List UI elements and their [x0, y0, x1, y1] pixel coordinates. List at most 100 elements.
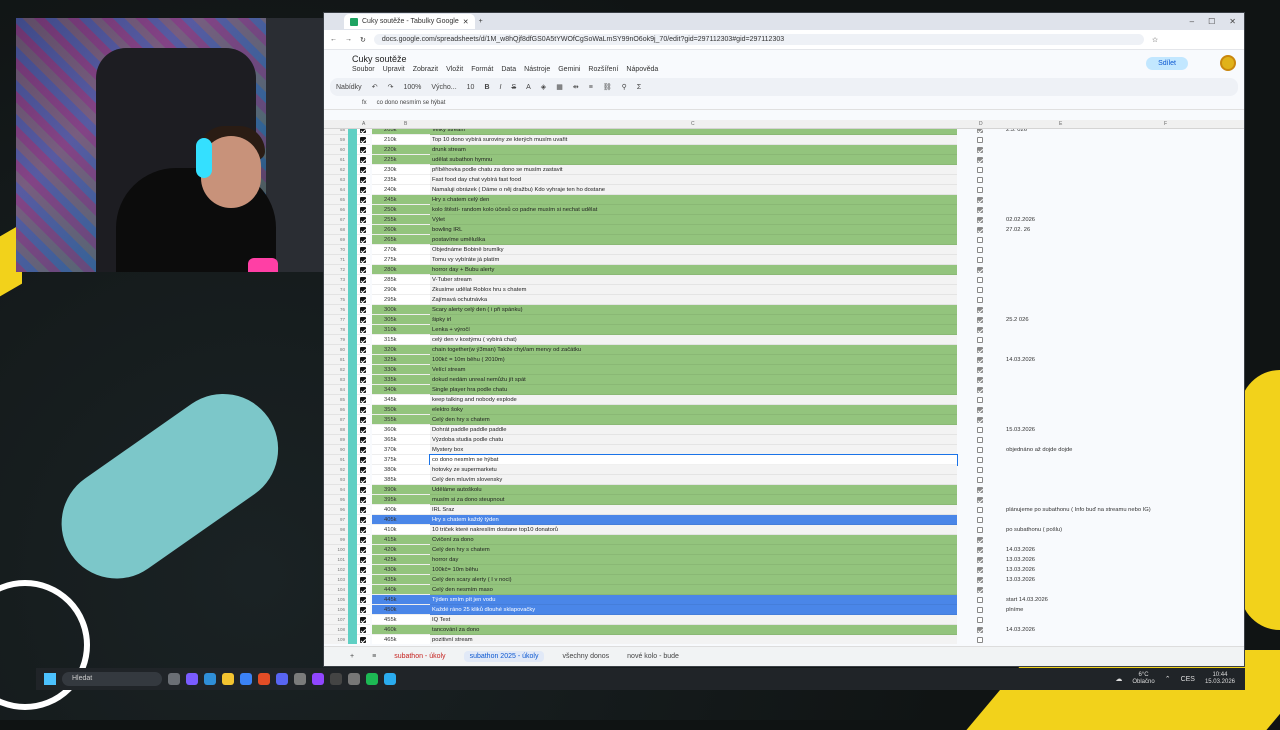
task-cell[interactable]: Celý den scary alerty ( I v noci)	[430, 575, 957, 585]
checkbox-checked-icon[interactable]	[360, 567, 366, 573]
menu-item[interactable]: Formát	[471, 66, 493, 73]
task-cell[interactable]: Tomu vy vybíráte já platím	[430, 255, 957, 265]
checkbox-checked-icon[interactable]	[360, 457, 366, 463]
row-number[interactable]: 85	[324, 395, 348, 405]
amount-cell[interactable]: 220k	[372, 145, 430, 155]
row-number[interactable]: 98	[324, 525, 348, 535]
row-number[interactable]: 105	[324, 595, 348, 605]
done-checkbox[interactable]	[977, 207, 983, 213]
row-number[interactable]: 66	[324, 205, 348, 215]
row-number[interactable]: 70	[324, 245, 348, 255]
note-cell[interactable]: 14.03.2026	[1006, 545, 1206, 555]
checkbox-checked-icon[interactable]	[360, 627, 366, 633]
row-number[interactable]: 93	[324, 475, 348, 485]
amount-cell[interactable]: 395k	[372, 495, 430, 505]
row-number[interactable]: 92	[324, 465, 348, 475]
all-sheets-icon[interactable]: ≡	[372, 653, 376, 660]
row-number[interactable]: 89	[324, 435, 348, 445]
done-checkbox[interactable]	[977, 587, 983, 593]
task-cell[interactable]: 100kč = 10m běhu ( 2010m)	[430, 355, 957, 365]
done-checkbox[interactable]	[977, 557, 983, 563]
row-number[interactable]: 77	[324, 315, 348, 325]
done-checkbox[interactable]	[977, 487, 983, 493]
done-checkbox[interactable]	[977, 327, 983, 333]
column-header-b[interactable]: B	[404, 121, 407, 127]
amount-cell[interactable]: 390k	[372, 485, 430, 495]
amount-cell[interactable]: 365k	[372, 435, 430, 445]
note-cell[interactable]: 25.2 026	[1006, 315, 1206, 325]
done-checkbox[interactable]	[977, 187, 983, 193]
bold-icon[interactable]: B	[484, 84, 489, 91]
amount-cell[interactable]: 420k	[372, 545, 430, 555]
checkbox-checked-icon[interactable]	[360, 407, 366, 413]
checkbox-checked-icon[interactable]	[360, 147, 366, 153]
column-header-f[interactable]: F	[1164, 121, 1167, 127]
done-checkbox[interactable]	[977, 167, 983, 173]
menu-item[interactable]: Nápověda	[626, 66, 658, 73]
task-cell[interactable]: Mystery box	[430, 445, 957, 455]
checkbox-checked-icon[interactable]	[360, 167, 366, 173]
back-icon[interactable]: ←	[330, 36, 337, 43]
column-header-a[interactable]: A	[362, 121, 365, 127]
done-checkbox[interactable]	[977, 267, 983, 273]
row-number[interactable]: 104	[324, 585, 348, 595]
done-checkbox[interactable]	[977, 467, 983, 473]
borders-icon[interactable]: ▦	[556, 83, 563, 91]
task-cell[interactable]: chain together(w ý3man) Takže chyl/am me…	[430, 345, 957, 355]
task-cell[interactable]: bowling IRL	[430, 225, 957, 235]
app-icon[interactable]	[294, 673, 306, 685]
task-cell[interactable]: Celý den hry s chatem	[430, 545, 957, 555]
checkbox-checked-icon[interactable]	[360, 187, 366, 193]
amount-cell[interactable]: 355k	[372, 415, 430, 425]
row-number[interactable]: 88	[324, 425, 348, 435]
checkbox-checked-icon[interactable]	[360, 437, 366, 443]
amount-cell[interactable]: 305k	[372, 315, 430, 325]
done-checkbox[interactable]	[977, 317, 983, 323]
column-header-d[interactable]: D	[979, 121, 983, 127]
checkbox-checked-icon[interactable]	[360, 617, 366, 623]
task-cell[interactable]: hotovky ze supermarketu	[430, 465, 957, 475]
amount-cell[interactable]: 225k	[372, 155, 430, 165]
row-number[interactable]: 69	[324, 235, 348, 245]
amount-cell[interactable]: 440k	[372, 585, 430, 595]
done-checkbox[interactable]	[977, 427, 983, 433]
done-checkbox[interactable]	[977, 307, 983, 313]
row-number[interactable]: 65	[324, 195, 348, 205]
zoom-select[interactable]: 100%	[403, 84, 421, 91]
task-cell[interactable]: pozitivní stream	[430, 635, 957, 644]
row-number[interactable]: 84	[324, 385, 348, 395]
merge-icon[interactable]: ⇹	[573, 83, 579, 91]
amount-cell[interactable]: 335k	[372, 375, 430, 385]
filter-icon[interactable]: ⚲	[622, 83, 627, 91]
amount-cell[interactable]: 445k	[372, 595, 430, 605]
twitch-icon[interactable]	[312, 673, 324, 685]
row-number[interactable]: 81	[324, 355, 348, 365]
task-cell[interactable]: Zajímavá ochutnávka	[430, 295, 957, 305]
done-checkbox[interactable]	[977, 347, 983, 353]
menus-search[interactable]: Nabídky	[336, 84, 362, 91]
done-checkbox[interactable]	[977, 627, 983, 633]
reload-icon[interactable]: ↻	[360, 36, 366, 44]
row-number[interactable]: 74	[324, 285, 348, 295]
checkbox-checked-icon[interactable]	[360, 557, 366, 563]
add-sheet-icon[interactable]: +	[350, 653, 354, 660]
fill-color-icon[interactable]: ◈	[541, 83, 546, 91]
amount-cell[interactable]: 240k	[372, 185, 430, 195]
done-checkbox[interactable]	[977, 137, 983, 143]
checkbox-checked-icon[interactable]	[360, 277, 366, 283]
amount-cell[interactable]: 245k	[372, 195, 430, 205]
checkbox-checked-icon[interactable]	[360, 427, 366, 433]
amount-cell[interactable]: 380k	[372, 465, 430, 475]
task-cell[interactable]: V-Tuber stream	[430, 275, 957, 285]
checkbox-checked-icon[interactable]	[360, 337, 366, 343]
row-number[interactable]: 83	[324, 375, 348, 385]
checkbox-checked-icon[interactable]	[360, 227, 366, 233]
done-checkbox[interactable]	[977, 547, 983, 553]
row-number[interactable]: 68	[324, 225, 348, 235]
menu-item[interactable]: Data	[501, 66, 516, 73]
done-checkbox[interactable]	[977, 157, 983, 163]
checkbox-checked-icon[interactable]	[360, 497, 366, 503]
menu-item[interactable]: Vložit	[446, 66, 463, 73]
font-select[interactable]: Výcho...	[431, 84, 456, 91]
bookmark-star-icon[interactable]: ☆	[1152, 36, 1158, 44]
